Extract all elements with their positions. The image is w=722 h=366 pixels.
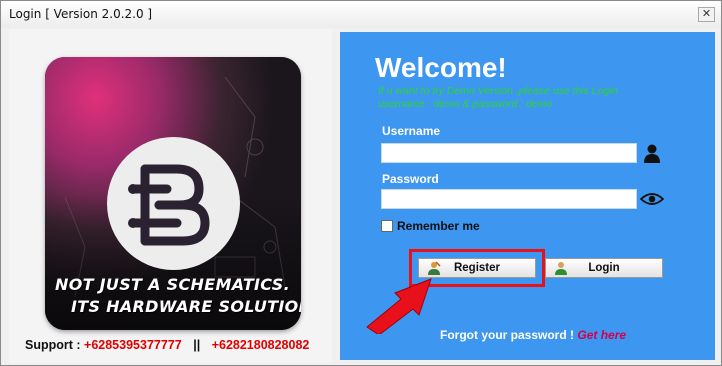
remember-me-checkbox[interactable]	[381, 220, 393, 232]
support-label: Support :	[25, 338, 81, 352]
tagline-line-2: ITS HARDWARE SOLUTIONS !	[71, 297, 301, 316]
tagline-line-1: NOT JUST A SCHEMATICS.	[55, 275, 290, 294]
show-password-eye-icon[interactable]	[640, 191, 664, 207]
window-title: Login [ Version 2.0.2.0 ]	[9, 7, 153, 21]
close-button[interactable]: ✕	[698, 7, 715, 22]
forgot-password-line: Forgot your password ! Get here	[440, 328, 626, 342]
password-label: Password	[382, 172, 439, 186]
support-phone-1: +6285395377777	[84, 338, 182, 352]
get-here-link[interactable]: Get here	[577, 328, 626, 342]
username-label: Username	[382, 124, 441, 138]
demo-note: If u want to try Demo Version ,please us…	[378, 85, 618, 110]
brand-artwork: NOT JUST A SCHEMATICS. ITS HARDWARE SOLU…	[45, 57, 301, 330]
user-icon	[644, 144, 660, 163]
b-circuit-logo-icon	[128, 164, 210, 246]
logo-circle	[107, 137, 240, 270]
login-button[interactable]: Login	[545, 258, 663, 278]
left-panel: NOT JUST A SCHEMATICS. ITS HARDWARE SOLU…	[9, 29, 332, 363]
support-contacts: Support : +6285395377777 || +62821808280…	[25, 338, 309, 352]
phone-separator: ||	[193, 338, 201, 352]
welcome-heading: Welcome!	[375, 52, 507, 83]
login-label: Login	[588, 262, 620, 274]
red-pointer-arrow-icon	[366, 278, 432, 334]
title-bar[interactable]: Login [ Version 2.0.2.0 ] ✕	[1, 1, 721, 28]
remember-me-label: Remember me	[397, 219, 480, 233]
login-window: Login [ Version 2.0.2.0 ] ✕ NOT JUST A S…	[0, 0, 722, 366]
support-phone-2: +6282180828082	[211, 338, 310, 352]
password-input[interactable]	[381, 189, 637, 209]
username-input[interactable]	[381, 143, 637, 163]
forgot-password-text: Forgot your password !	[440, 328, 575, 342]
remember-me-row[interactable]: Remember me	[381, 219, 480, 233]
